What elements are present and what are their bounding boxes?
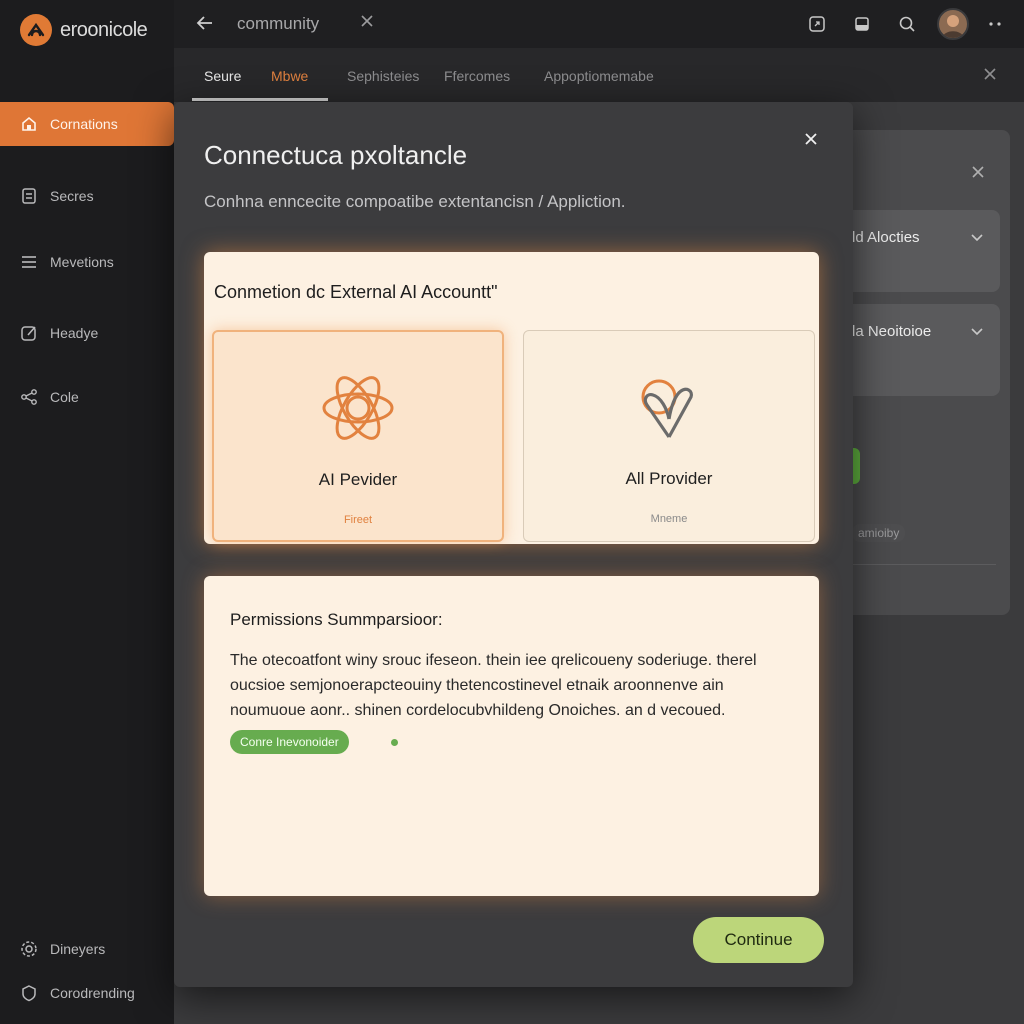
chevron-down-icon (970, 230, 984, 248)
tab-sephisteies[interactable]: Sephisteies (347, 68, 419, 84)
document-icon (20, 187, 38, 205)
sidebar-item-label: Cole (50, 389, 79, 405)
sidebar-item-secres[interactable]: Secres (0, 174, 174, 218)
more-icon[interactable] (984, 13, 1006, 35)
connection-card: Conmetion dc External AI Accountt" AI Pe… (204, 252, 819, 544)
sidebar-item-label: Cornations (50, 116, 118, 132)
tab-bar: Seure Mbwe Sephisteies Ffercomes Appopti… (174, 48, 1024, 102)
settings-icon (20, 940, 38, 958)
home-icon (20, 115, 38, 133)
sidebar-item-headye[interactable]: Headye (0, 311, 174, 355)
brand[interactable]: eroonicole (20, 14, 148, 46)
continue-button[interactable]: Continue (693, 917, 824, 963)
share-square-icon[interactable] (806, 13, 828, 35)
status-indicator (852, 448, 860, 484)
sidebar-item-label: Corodrending (50, 985, 135, 1001)
right-panel-card[interactable]: ld Alocties (836, 210, 1000, 292)
right-panel-card-label: la Neoitoioe (852, 323, 932, 340)
provider-card-all-provider[interactable]: All Provider Mneme (523, 330, 815, 542)
connect-modal: Connectuca pxoltancle Conhna enncecite c… (174, 102, 853, 987)
sidebar-item-label: Dineyers (50, 941, 106, 957)
sidebar-item-label: Secres (50, 188, 94, 204)
sidebar-item-cornations[interactable]: Cornations (0, 102, 174, 146)
tab-ffercomes[interactable]: Ffercomes (444, 68, 510, 84)
window-icon[interactable] (851, 13, 873, 35)
permissions-title: Permissions Summparsioor: (230, 610, 443, 629)
heart-leaf-icon (641, 379, 693, 438)
close-icon[interactable] (970, 164, 986, 185)
top-bar: community (174, 0, 1024, 48)
search-icon[interactable] (896, 13, 918, 35)
tab-mbwe[interactable]: Mbwe (271, 68, 308, 84)
right-panel-card[interactable]: la Neoitoioe (836, 304, 1000, 396)
sidebar-item-label: Mevetions (50, 254, 114, 270)
sidebar-item-dineyers[interactable]: Dineyers (0, 927, 174, 971)
brand-name: eroonicole (60, 18, 148, 41)
connection-title: Conmetion dc External AI Accountt" (214, 282, 498, 302)
close-icon[interactable] (802, 130, 826, 154)
close-icon[interactable] (358, 12, 376, 35)
avatar[interactable] (937, 8, 969, 40)
permissions-card: Permissions Summparsioor: The otecoatfon… (204, 576, 819, 896)
brand-logo-icon (20, 14, 52, 46)
edit-icon (20, 324, 38, 342)
shield-icon (20, 984, 38, 1002)
modal-subtitle: Conhna enncecite compoatibe extentancisn… (204, 192, 626, 211)
provider-card-ai-pevider[interactable]: AI Pevider Fireet (212, 330, 504, 542)
back-arrow-icon[interactable] (194, 12, 218, 36)
permissions-body: The otecoatfont winy srouc ifeseon. thei… (230, 652, 757, 719)
provider-note: Mneme (650, 513, 688, 525)
window-title: community (237, 14, 320, 33)
permissions-badge: Conre Inevonoider (230, 730, 349, 754)
sidebar-item-mevetions[interactable]: Mevetions (0, 240, 174, 284)
modal-title: Connectuca pxoltancle (204, 140, 468, 170)
right-panel-card-label: ld Alocties (852, 229, 920, 246)
sidebar-item-cole[interactable]: Cole (0, 375, 174, 419)
sidebar: eroonicole Cornations Secres Mevetions H… (0, 0, 174, 1024)
tab-seure[interactable]: Seure (204, 68, 241, 84)
sidebar-item-corodrending[interactable]: Corodrending (0, 971, 174, 1015)
status-dot (391, 739, 398, 746)
chevron-down-icon (970, 324, 984, 342)
atom-icon (322, 376, 394, 440)
sidebar-item-label: Headye (50, 325, 99, 341)
share-icon (20, 388, 38, 406)
active-tab-indicator (192, 98, 328, 101)
list-icon (20, 253, 38, 271)
provider-note: Fireet (343, 514, 373, 526)
provider-name: AI Pevider (318, 470, 398, 489)
tab-appoptiomemabe[interactable]: Appoptiomemabe (544, 68, 654, 84)
provider-name: All Provider (625, 469, 713, 488)
right-panel-pill: amioiby (852, 524, 906, 542)
divider (852, 564, 996, 565)
close-icon[interactable] (982, 66, 998, 87)
